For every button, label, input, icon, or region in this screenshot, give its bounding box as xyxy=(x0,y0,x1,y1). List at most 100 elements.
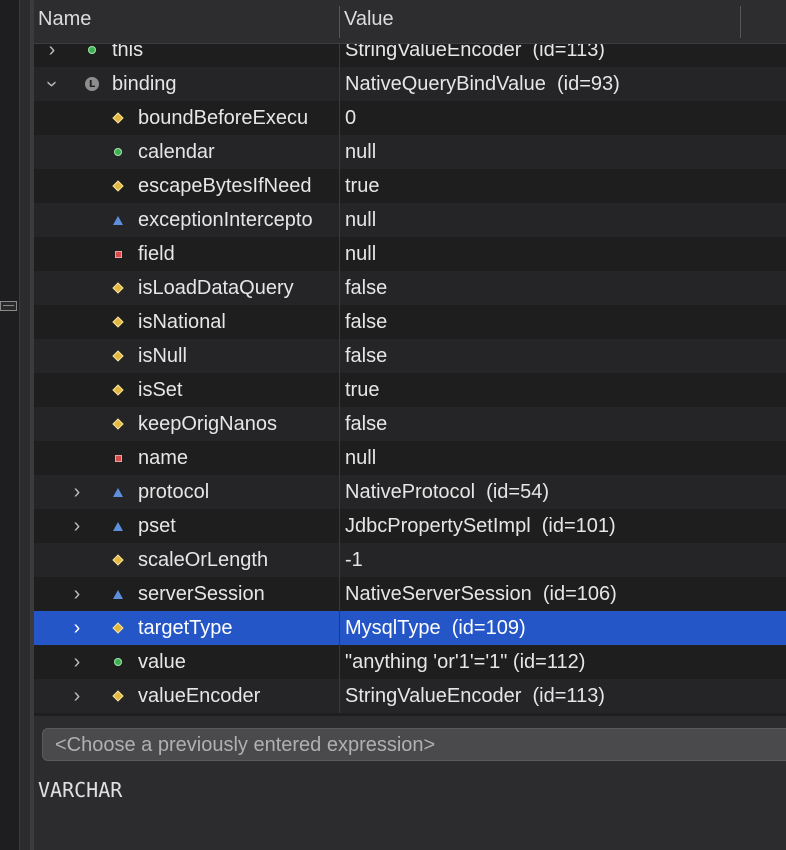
cell-divider xyxy=(339,407,340,441)
variable-name: keepOrigNanos xyxy=(138,413,277,435)
variable-name: isLoadDataQuery xyxy=(138,277,294,299)
tree-row-targetType[interactable]: › targetType MysqlType (id=109) xyxy=(34,611,786,645)
variable-value: null xyxy=(345,209,377,231)
variable-name: binding xyxy=(112,73,177,95)
diamond-icon xyxy=(111,611,125,645)
cell-divider xyxy=(339,373,340,407)
diamond-icon xyxy=(111,305,125,339)
diamond-icon xyxy=(111,543,125,577)
local-variable-icon: L xyxy=(85,67,99,101)
column-divider[interactable] xyxy=(339,6,340,38)
cell-divider xyxy=(339,475,340,509)
variable-name: serverSession xyxy=(138,583,265,605)
circle-icon xyxy=(111,645,125,679)
variable-value: null xyxy=(345,141,377,163)
variable-name: name xyxy=(138,447,189,469)
variable-value: true xyxy=(345,175,380,197)
cell-divider xyxy=(339,135,340,169)
cell-divider xyxy=(339,101,340,135)
disclosure-closed-icon[interactable]: › xyxy=(69,577,85,611)
tree-row-isNull[interactable]: isNull false xyxy=(34,339,786,373)
disclosure-closed-icon[interactable]: › xyxy=(69,679,85,713)
disclosure-open-icon[interactable]: › xyxy=(35,76,69,92)
variables-tree: › this StringValueEncoder (id=113) › Lbindin… xyxy=(34,33,786,713)
tree-row-calendar[interactable]: calendar null xyxy=(34,135,786,169)
variable-value: MysqlType (id=109) xyxy=(345,617,526,639)
variable-value: false xyxy=(345,277,388,299)
disclosure-closed-icon[interactable]: › xyxy=(69,611,85,645)
variable-name: value xyxy=(138,651,186,673)
variable-name: calendar xyxy=(138,141,215,163)
tree-row-escapeBytesIfNeed[interactable]: escapeBytesIfNeed true xyxy=(34,169,786,203)
name-column-header[interactable]: Name xyxy=(38,8,91,31)
cell-divider xyxy=(339,271,340,305)
disclosure-closed-icon[interactable]: › xyxy=(69,475,85,509)
tree-row-serverSession[interactable]: › serverSession NativeServerSession (id=10… xyxy=(34,577,786,611)
triangle-icon xyxy=(111,509,125,543)
triangle-icon xyxy=(111,475,125,509)
left-gutter xyxy=(0,0,20,850)
variable-name: isNational xyxy=(138,311,226,333)
variable-value: NativeServerSession (id=106) xyxy=(345,583,617,605)
triangle-icon xyxy=(111,203,125,237)
variable-value: 0 xyxy=(345,107,357,129)
variable-name: boundBeforeExecu xyxy=(138,107,309,129)
splitter-handle[interactable] xyxy=(0,301,17,311)
tree-row-binding[interactable]: › Lbinding NativeQueryBindValue (id=93) xyxy=(34,67,786,101)
tree-row-isSet[interactable]: isSet true xyxy=(34,373,786,407)
tree-row-boundBeforeExecu[interactable]: boundBeforeExecu 0 xyxy=(34,101,786,135)
tree-row-value[interactable]: › value "anything 'or'1'='1" (id=112) xyxy=(34,645,786,679)
tree-row-protocol[interactable]: › protocol NativeProtocol (id=54) xyxy=(34,475,786,509)
variable-name: valueEncoder xyxy=(138,685,261,707)
square-icon xyxy=(111,441,125,475)
diamond-icon xyxy=(111,373,125,407)
column-divider[interactable] xyxy=(740,6,741,38)
cell-divider xyxy=(339,645,340,679)
variable-name: protocol xyxy=(138,481,210,503)
variable-name: scaleOrLength xyxy=(138,549,269,571)
diamond-icon xyxy=(111,101,125,135)
variable-value: StringValueEncoder (id=113) xyxy=(345,685,605,707)
variable-name: isSet xyxy=(138,379,183,401)
variable-value: false xyxy=(345,345,388,367)
tree-row-exceptionIntercepto[interactable]: exceptionIntercepto null xyxy=(34,203,786,237)
diamond-icon xyxy=(111,271,125,305)
variable-value: JdbcPropertySetImpl (id=101) xyxy=(345,515,616,537)
value-column-header[interactable]: Value xyxy=(344,8,394,31)
tree-row-valueEncoder[interactable]: › valueEncoder StringValueEncoder (id=113) xyxy=(34,679,786,713)
square-icon xyxy=(111,237,125,271)
diamond-icon xyxy=(111,169,125,203)
diamond-icon xyxy=(111,339,125,373)
expression-area: <Choose a previously entered expression>… xyxy=(34,716,786,850)
diamond-icon xyxy=(111,407,125,441)
expression-result: VARCHAR xyxy=(38,778,123,802)
variable-value: false xyxy=(345,413,388,435)
tree-row-keepOrigNanos[interactable]: keepOrigNanos false xyxy=(34,407,786,441)
variable-name: isNull xyxy=(138,345,187,367)
cell-divider xyxy=(339,577,340,611)
cell-divider xyxy=(339,441,340,475)
cell-divider xyxy=(339,169,340,203)
cell-divider xyxy=(339,679,340,713)
tree-row-scaleOrLength[interactable]: scaleOrLength -1 xyxy=(34,543,786,577)
tree-row-field[interactable]: field null xyxy=(34,237,786,271)
variable-value: null xyxy=(345,243,377,265)
cell-divider xyxy=(339,509,340,543)
variable-value: "anything 'or'1'='1" (id=112) xyxy=(345,651,586,673)
variable-value: false xyxy=(345,311,388,333)
variable-value: NativeProtocol (id=54) xyxy=(345,481,549,503)
disclosure-closed-icon[interactable]: › xyxy=(69,509,85,543)
cell-divider xyxy=(339,67,340,101)
disclosure-closed-icon[interactable]: › xyxy=(69,645,85,679)
expression-combo[interactable]: <Choose a previously entered expression> xyxy=(42,728,786,761)
tree-row-isNational[interactable]: isNational false xyxy=(34,305,786,339)
tree-row-pset[interactable]: › pset JdbcPropertySetImpl (id=101) xyxy=(34,509,786,543)
tree-row-name[interactable]: name null xyxy=(34,441,786,475)
variable-value: NativeQueryBindValue (id=93) xyxy=(345,73,620,95)
variable-name: pset xyxy=(138,515,176,537)
tree-row-isLoadDataQuery[interactable]: isLoadDataQuery false xyxy=(34,271,786,305)
table-header: Name Value xyxy=(34,0,786,44)
cell-divider xyxy=(339,305,340,339)
variable-value: null xyxy=(345,447,377,469)
cell-divider xyxy=(339,611,340,645)
